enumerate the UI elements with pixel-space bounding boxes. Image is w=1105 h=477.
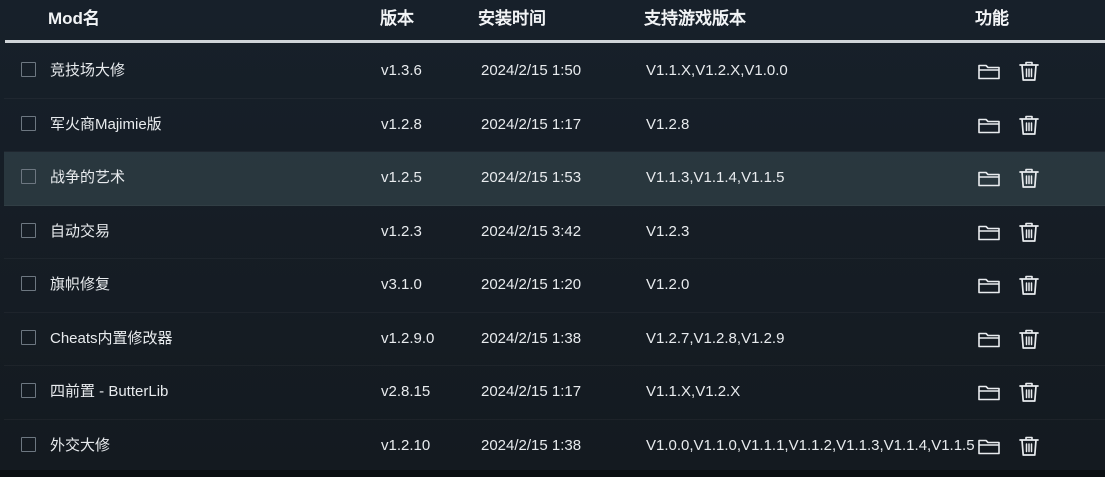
trash-icon (1019, 382, 1039, 402)
folder-open-icon (978, 278, 1000, 294)
delete-button[interactable] (1016, 165, 1042, 191)
table-row[interactable]: 竞技场大修 v1.3.6 2024/2/15 1:50 V1.1.X,V1.2.… (4, 45, 1105, 99)
folder-open-icon (978, 439, 1000, 454)
open-folder-button[interactable] (976, 112, 1002, 138)
mod-name: Cheats内置修改器 (50, 329, 173, 347)
mod-name: 战争的艺术 (50, 169, 126, 186)
mod-name: 外交大修 (50, 436, 111, 454)
row-checkbox[interactable] (21, 169, 36, 184)
column-header-install-time[interactable]: 安装时间 (478, 9, 546, 29)
bottom-edge (0, 470, 1105, 477)
row-checkbox[interactable] (21, 383, 36, 398)
mod-supported-versions: V1.0.0,V1.1.0,V1.1.1,V1.1.2,V1.1.3,V1.1.… (646, 436, 975, 454)
trash-icon (1019, 329, 1039, 349)
open-folder-button[interactable] (976, 433, 1002, 459)
mod-name: 军火商Majimie版 (50, 115, 162, 133)
folder-open-icon (978, 64, 1000, 80)
mod-install-time: 2024/2/15 3:42 (481, 222, 582, 240)
table-row[interactable]: 军火商Majimie版 v1.2.8 2024/2/15 1:17 V1.2.8 (4, 99, 1105, 152)
row-checkbox[interactable] (21, 329, 36, 345)
folder-open-icon (978, 385, 1000, 401)
row-checkbox[interactable] (21, 276, 36, 291)
trash-icon (1019, 275, 1039, 295)
mod-supported-versions: V1.2.0 (646, 276, 690, 293)
folder-open-icon (978, 118, 1000, 133)
trash-icon (1019, 222, 1039, 242)
delete-button[interactable] (1016, 112, 1042, 138)
row-checkbox[interactable] (21, 62, 36, 77)
delete-button[interactable] (1016, 326, 1042, 352)
open-folder-button[interactable] (976, 58, 1002, 84)
mod-name: 四前置 - ButterLib (50, 383, 169, 400)
column-header-version[interactable]: 版本 (380, 9, 414, 29)
row-checkbox[interactable] (21, 222, 36, 238)
open-folder-button[interactable] (976, 379, 1002, 405)
delete-button[interactable] (1016, 433, 1042, 459)
mod-name: 竞技场大修 (50, 62, 126, 79)
table-row[interactable]: 自动交易 v1.2.3 2024/2/15 3:42 V1.2.3 (4, 206, 1105, 259)
table-row[interactable]: 战争的艺术 v1.2.5 2024/2/15 1:53 V1.1.3,V1.1.… (4, 152, 1105, 206)
mod-supported-versions: V1.1.3,V1.1.4,V1.1.5 (646, 169, 785, 186)
delete-button[interactable] (1016, 58, 1042, 84)
open-folder-button[interactable] (976, 272, 1002, 298)
column-header-name[interactable]: Mod名 (48, 9, 100, 29)
mod-install-time: 2024/2/15 1:38 (481, 329, 582, 347)
mod-install-time: 2024/2/15 1:53 (481, 169, 582, 186)
table-row[interactable]: 外交大修 v1.2.10 2024/2/15 1:38 V1.0.0,V1.1.… (4, 420, 1105, 473)
open-folder-button[interactable] (976, 219, 1002, 245)
mod-name: 旗帜修复 (50, 276, 111, 293)
open-folder-button[interactable] (976, 165, 1002, 191)
open-folder-button[interactable] (976, 326, 1002, 352)
row-checkbox[interactable] (21, 436, 36, 452)
mod-version: v2.8.15 (381, 383, 431, 400)
mod-supported-versions: V1.2.8 (646, 115, 690, 133)
mod-supported-versions: V1.1.X,V1.2.X (646, 383, 741, 400)
row-checkbox[interactable] (21, 115, 36, 131)
mod-version: v1.2.5 (381, 169, 422, 186)
mod-version: v1.2.8 (381, 115, 422, 133)
header-divider (5, 40, 1105, 43)
mod-supported-versions: V1.1.X,V1.2.X,V1.0.0 (646, 62, 788, 79)
mod-version: v1.2.9.0 (381, 329, 435, 347)
mod-install-time: 2024/2/15 1:20 (481, 276, 582, 293)
mod-install-time: 2024/2/15 1:17 (481, 115, 582, 133)
folder-open-icon (978, 225, 1000, 240)
mod-version: v1.2.10 (381, 436, 431, 454)
table-row[interactable]: 四前置 - ButterLib v2.8.15 2024/2/15 1:17 V… (4, 366, 1105, 420)
table-header: Mod名 版本 安装时间 支持游戏版本 功能 (0, 0, 1105, 40)
trash-icon (1019, 115, 1039, 135)
delete-button[interactable] (1016, 272, 1042, 298)
trash-icon (1019, 436, 1039, 456)
mod-version: v3.1.0 (381, 276, 422, 293)
mod-version: v1.2.3 (381, 222, 422, 240)
mod-name: 自动交易 (50, 222, 111, 240)
table-row[interactable]: Cheats内置修改器 v1.2.9.0 2024/2/15 1:38 V1.2… (4, 313, 1105, 366)
column-header-functions: 功能 (975, 9, 1009, 28)
mod-install-time: 2024/2/15 1:17 (481, 383, 582, 400)
mod-supported-versions: V1.2.3 (646, 222, 690, 240)
trash-icon (1019, 61, 1039, 81)
trash-icon (1019, 168, 1039, 188)
mod-rows: 竞技场大修 v1.3.6 2024/2/15 1:50 V1.1.X,V1.2.… (4, 45, 1105, 473)
mod-install-time: 2024/2/15 1:38 (481, 436, 582, 454)
mod-list-table: Mod名 版本 安装时间 支持游戏版本 功能 竞技场大修 v1.3.6 2024… (0, 0, 1105, 477)
folder-open-icon (978, 171, 1000, 187)
column-header-supported-versions[interactable]: 支持游戏版本 (644, 9, 746, 29)
delete-button[interactable] (1016, 219, 1042, 245)
mod-supported-versions: V1.2.7,V1.2.8,V1.2.9 (646, 329, 785, 347)
folder-open-icon (978, 332, 1000, 347)
mod-install-time: 2024/2/15 1:50 (481, 62, 582, 79)
table-row[interactable]: 旗帜修复 v3.1.0 2024/2/15 1:20 V1.2.0 (4, 259, 1105, 313)
delete-button[interactable] (1016, 379, 1042, 405)
mod-version: v1.3.6 (381, 62, 422, 79)
